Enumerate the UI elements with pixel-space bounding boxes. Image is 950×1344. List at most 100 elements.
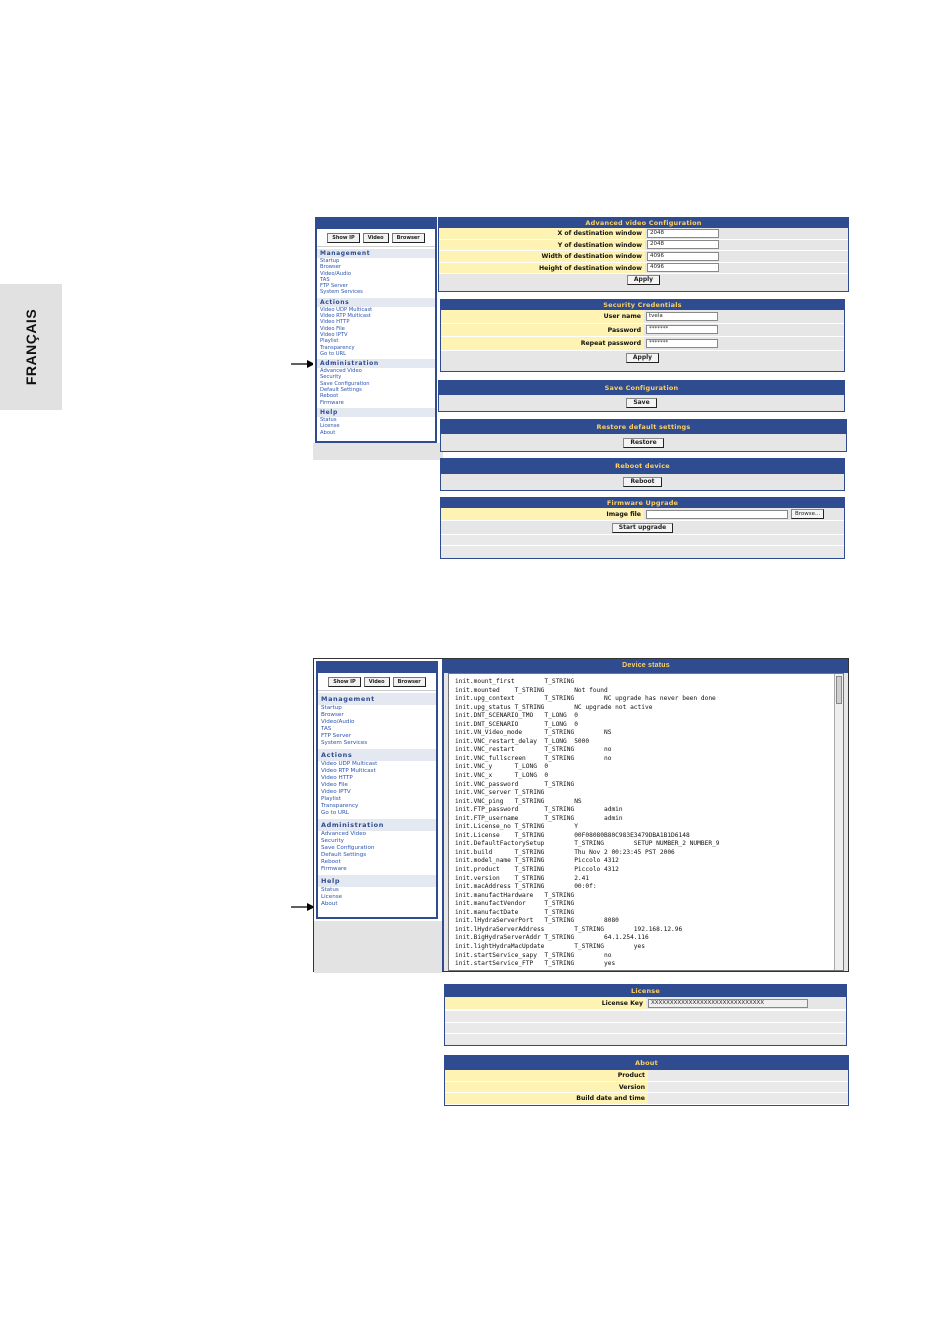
field-label: User name — [441, 310, 644, 323]
sidebar-item-default-settings[interactable]: Default Settings — [318, 852, 436, 859]
username-input[interactable]: tvela — [646, 311, 718, 321]
status-line: init.version T_STRING 2.41 — [455, 874, 590, 882]
status-line: init.manufactVendor T_STRING — [455, 900, 575, 908]
panel-title: Reboot device — [441, 459, 844, 474]
status-line: init.manufactDate T_STRING — [455, 908, 575, 916]
status-line: init.lHydraServerPort T_STRING 8080 — [455, 917, 619, 925]
pointer-arrow-icon — [291, 903, 315, 911]
sidebar-item-video-audio[interactable]: Video/Audio — [318, 719, 436, 726]
sidebar-item-video-udp-multicast[interactable]: Video UDP Multicast — [318, 761, 436, 768]
status-line: init.lHydraServerAddress T_STRING 192.16… — [455, 925, 683, 933]
save-button[interactable]: Save — [626, 398, 657, 408]
password-input[interactable]: ******* — [646, 325, 718, 335]
firmware-panel: Firmware Upgrade Image file Browse... Sta… — [440, 497, 845, 559]
status-line: init.upg_context T_STRING NC upgrade has… — [455, 695, 716, 703]
sidebar: Show IP Video Browser Management Startup B… — [315, 217, 437, 443]
status-line: init.build T_STRING Thu Nov 2 00:23:45 P… — [455, 848, 675, 856]
security-panel: Security Credentials User name tvela Pass… — [440, 299, 845, 372]
sidebar-item-tas[interactable]: TAS — [318, 726, 436, 733]
sidebar-item-browser[interactable]: Browser — [318, 712, 436, 719]
about-panel: About Product Version Build date and tim… — [444, 1055, 849, 1106]
sidebar-item-system-services[interactable]: System Services — [318, 740, 436, 747]
browser-button[interactable]: Browser — [392, 677, 426, 687]
image-file-input[interactable] — [646, 509, 788, 519]
sidebar-item-ftp-server[interactable]: FTP Server — [318, 733, 436, 740]
device-status-text[interactable]: init.mount_first T_STRING init.mounted T_… — [448, 673, 844, 971]
status-line: init.lightHydraMacUpdate T_STRING yes — [455, 942, 645, 950]
scroll-thumb[interactable] — [836, 676, 842, 704]
status-line: init.FTP_password T_STRING admin — [455, 806, 623, 814]
repeat-password-input[interactable]: ******* — [646, 338, 718, 348]
panel-title: Device status — [444, 659, 848, 673]
sidebar-item-go-to-url[interactable]: Go to URL — [317, 351, 435, 357]
panel-title: About — [445, 1056, 848, 1070]
sidebar-item-status[interactable]: Status — [318, 887, 436, 894]
status-line: init.mount_first T_STRING — [455, 678, 575, 685]
sidebar-item-video-iptv[interactable]: Video IPTV — [318, 789, 436, 796]
browser-button[interactable]: Browser — [391, 233, 425, 243]
sidebar-item-startup[interactable]: Startup — [318, 705, 436, 712]
sidebar-item-firmware[interactable]: Firmware — [317, 400, 435, 406]
scrollbar[interactable] — [834, 674, 843, 970]
reboot-panel: Reboot device Reboot — [440, 458, 845, 491]
panel-title: Advanced video Configuration — [439, 218, 848, 228]
panel-title: License — [445, 985, 846, 997]
status-line: init.VNC_password T_STRING — [455, 780, 575, 788]
reboot-button[interactable]: Reboot — [623, 477, 662, 487]
sidebar: Show IP Video Browser Management Startup B… — [316, 661, 438, 919]
status-line: init.DefaultFactorySetup T_STRING SETUP … — [455, 840, 720, 848]
status-line: init.FTP_username T_STRING admin — [455, 814, 623, 822]
status-line: init.License T_STRING 00F08080B80C983E34… — [455, 831, 690, 839]
x-destination-input[interactable]: 2048 — [647, 228, 719, 238]
status-line: init.upg_status T_STRING NC upgrade not … — [455, 703, 653, 711]
video-button[interactable]: Video — [362, 233, 389, 243]
height-destination-input[interactable]: 4096 — [647, 263, 719, 273]
sidebar-section-help: Help — [318, 875, 436, 887]
sidebar-item-about[interactable]: About — [318, 901, 436, 908]
field-label: X of destination window — [439, 228, 645, 239]
sidebar-item-transparency[interactable]: Transparency — [318, 803, 436, 810]
status-line: init.VN_Video_mode T_STRING NS — [455, 729, 612, 737]
advanced-video-panel: Advanced video Configuration X of destin… — [438, 217, 849, 292]
width-destination-input[interactable]: 4096 — [647, 251, 719, 261]
field-label: Repeat password — [441, 337, 644, 350]
field-label: Image file — [441, 508, 644, 520]
screenshot-help: Show IP Video Browser Management Startup B… — [313, 658, 849, 973]
apply-button[interactable]: Apply — [626, 275, 661, 285]
license-key-field: XXXXXXXXXXXXXXXXXXXXXXXXXXXXXX — [648, 998, 808, 1008]
sidebar-item-firmware[interactable]: Firmware — [318, 866, 436, 873]
save-configuration-panel: Save Configuration Save — [438, 380, 845, 412]
field-label: Width of destination window — [439, 251, 645, 262]
sidebar-item-playlist[interactable]: Playlist — [318, 796, 436, 803]
y-destination-input[interactable]: 2048 — [647, 240, 719, 250]
sidebar-item-about[interactable]: About — [317, 430, 435, 436]
show-ip-button[interactable]: Show IP — [328, 677, 361, 687]
status-line: init.DNT_SCENARIO_TMO T_LONG 0 — [455, 712, 578, 720]
sidebar-item-go-to-url[interactable]: Go to URL — [318, 810, 436, 817]
field-label: Product — [445, 1070, 648, 1081]
video-button[interactable]: Video — [363, 677, 390, 687]
panel-title: Save Configuration — [439, 381, 844, 395]
status-line: init.DNT_SCENARIO T_LONG 0 — [455, 720, 578, 728]
show-ip-button[interactable]: Show IP — [327, 233, 360, 243]
restore-button[interactable]: Restore — [623, 437, 664, 448]
sidebar-item-save-configuration[interactable]: Save Configuration — [318, 845, 436, 852]
apply-button[interactable]: Apply — [625, 352, 660, 363]
status-line: init.manufactHardware T_STRING — [455, 891, 575, 899]
sidebar-item-reboot[interactable]: Reboot — [318, 859, 436, 866]
sidebar-section-actions: Actions — [318, 749, 436, 761]
sidebar-item-security[interactable]: Security — [318, 838, 436, 845]
sidebar-item-license[interactable]: License — [318, 894, 436, 901]
sidebar-item-system-services[interactable]: System Services — [317, 289, 435, 295]
sidebar-item-video-rtp-multicast[interactable]: Video RTP Multicast — [318, 768, 436, 775]
status-line: init.BigHydraServerAddr T_STRING 64.1.25… — [455, 934, 649, 942]
panel-title: Restore default settings — [441, 420, 846, 434]
sidebar-item-video-http[interactable]: Video HTTP — [318, 775, 436, 782]
start-upgrade-button[interactable]: Start upgrade — [611, 522, 674, 533]
field-label: Y of destination window — [439, 239, 645, 250]
sidebar-buttons: Show IP Video Browser — [317, 229, 435, 247]
sidebar-item-advanced-video[interactable]: Advanced Video — [318, 831, 436, 838]
browse-button[interactable]: Browse... — [791, 509, 825, 519]
sidebar-item-video-file[interactable]: Video File — [318, 782, 436, 789]
field-label: Build date and time — [445, 1093, 648, 1104]
